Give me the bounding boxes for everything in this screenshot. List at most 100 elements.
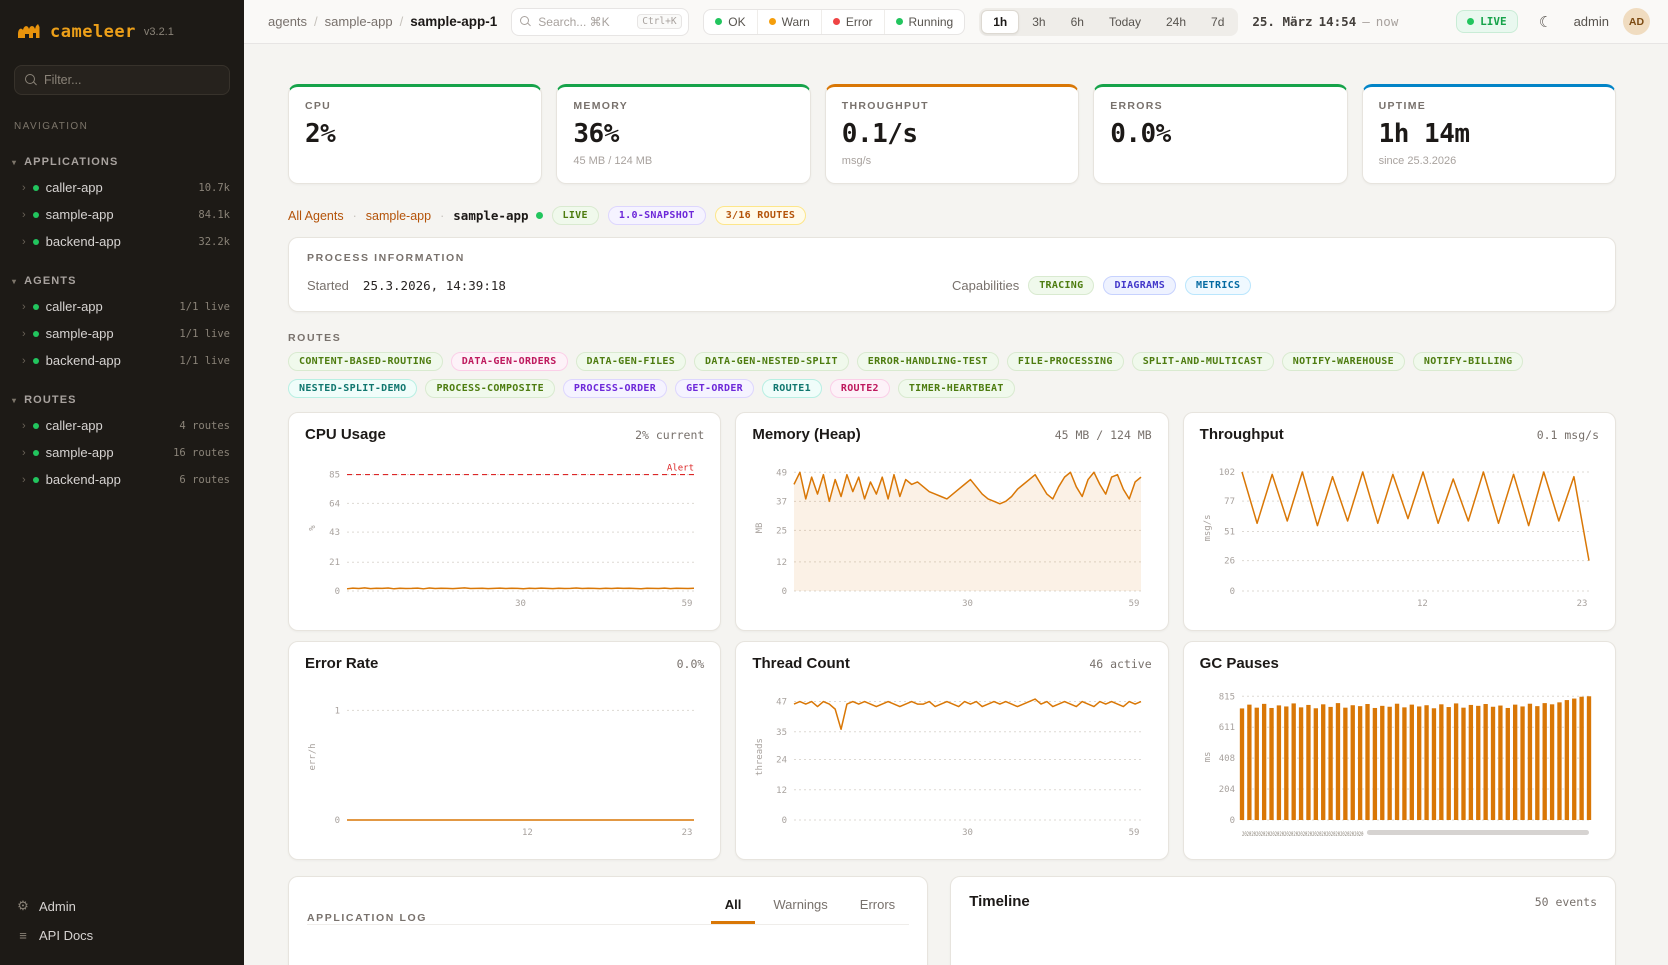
route-chip[interactable]: NOTIFY-BILLING <box>1413 352 1524 371</box>
stat-sub <box>305 155 525 168</box>
sidebar-filter-input[interactable] <box>44 73 219 87</box>
sidebar-item-app-backend-app[interactable]: › backend-app 32.2k <box>0 228 244 255</box>
svg-text:43: 43 <box>329 528 340 538</box>
chevron-right-icon: › <box>22 328 26 340</box>
time-range-3h[interactable]: 3h <box>1020 10 1057 34</box>
sidebar-item-api-docs[interactable]: ≡ API Docs <box>16 928 228 943</box>
separator: · <box>353 209 357 223</box>
user-name: admin <box>1574 14 1609 29</box>
tab-warnings[interactable]: Warnings <box>759 893 841 924</box>
stat-sub: 45 MB / 124 MB <box>573 155 793 168</box>
sidebar-item-app-sample-app[interactable]: › sample-app 84.1k <box>0 201 244 228</box>
svg-text:threads: threads <box>755 738 765 776</box>
route-chip[interactable]: SPLIT-AND-MULTICAST <box>1132 352 1274 371</box>
chevron-right-icon: › <box>22 420 26 432</box>
tab-all[interactable]: All <box>711 893 756 924</box>
date-range-display[interactable]: 25. März 14:54 — now <box>1252 14 1398 29</box>
route-chip[interactable]: NESTED-SPLIT-DEMO <box>288 379 417 398</box>
sidebar-item-admin[interactable]: ⚙ Admin <box>16 898 228 914</box>
chart-title: Thread Count <box>752 655 850 672</box>
sidebar-footer: ⚙ Admin ≡ API Docs <box>0 888 244 965</box>
svg-text:26: 26 <box>1224 557 1235 567</box>
route-chip[interactable]: TIMER-HEARTBEAT <box>898 379 1015 398</box>
time-range-1h[interactable]: 1h <box>981 10 1019 34</box>
sidebar-item-badge: 10.7k <box>198 182 230 194</box>
svg-text:59: 59 <box>1129 828 1140 838</box>
route-chip[interactable]: PROCESS-ORDER <box>563 379 667 398</box>
avatar[interactable]: AD <box>1623 8 1650 35</box>
route-chip[interactable]: CONTENT-BASED-ROUTING <box>288 352 443 371</box>
sidebar-footer-label: API Docs <box>39 928 93 943</box>
app-version: v3.2.1 <box>144 26 174 38</box>
route-chip[interactable]: PROCESS-COMPOSITE <box>425 379 554 398</box>
status-dot <box>33 185 39 191</box>
route-chip[interactable]: GET-ORDER <box>675 379 754 398</box>
chart-title: Error Rate <box>305 655 378 672</box>
section-header-applications[interactable]: ▾ APPLICATIONS <box>0 152 244 174</box>
logo[interactable]: cameleer v3.2.1 <box>0 0 244 55</box>
route-chip[interactable]: ROUTE2 <box>830 379 890 398</box>
status-filter-error[interactable]: Error <box>822 10 885 34</box>
status-filter-running[interactable]: Running <box>885 10 965 34</box>
tab-errors[interactable]: Errors <box>846 893 909 924</box>
sidebar-item-routes-caller-app[interactable]: › caller-app 4 routes <box>0 412 244 439</box>
section-header-routes[interactable]: ▾ ROUTES <box>0 390 244 412</box>
route-chip[interactable]: DATA-GEN-FILES <box>576 352 687 371</box>
sidebar-item-app-caller-app[interactable]: › caller-app 10.7k <box>0 174 244 201</box>
global-search[interactable]: Ctrl+K <box>511 8 689 36</box>
route-chip[interactable]: DATA-GEN-ORDERS <box>451 352 568 371</box>
timeline-card: Timeline 50 events <box>950 876 1616 965</box>
main-area: agents / sample-app / sample-app-1 Ctrl+… <box>244 0 1668 965</box>
section-header-agents[interactable]: ▾ AGENTS <box>0 271 244 293</box>
live-toggle[interactable]: LIVE <box>1456 10 1518 33</box>
all-agents-link[interactable]: All Agents <box>288 209 344 223</box>
time-range-24h[interactable]: 24h <box>1154 10 1198 34</box>
sidebar-item-label: sample-app <box>46 326 114 341</box>
route-chip[interactable]: ERROR-HANDLING-TEST <box>857 352 999 371</box>
time-range-7d[interactable]: 7d <box>1199 10 1236 34</box>
chart-value: 2% current <box>635 428 704 442</box>
svg-text:23: 23 <box>682 828 693 838</box>
time-range-today[interactable]: Today <box>1097 10 1153 34</box>
error-status-dot <box>833 18 840 25</box>
sidebar: cameleer v3.2.1 NAVIGATION ▾ APPLICATION… <box>0 0 244 965</box>
chevron-down-icon: ▾ <box>12 396 17 405</box>
svg-text:49: 49 <box>776 468 787 478</box>
range-start-time: 14:54 <box>1319 14 1357 29</box>
breadcrumb-separator: / <box>400 14 404 29</box>
breadcrumb-sample-app[interactable]: sample-app <box>325 14 393 29</box>
route-chip[interactable]: ROUTE1 <box>762 379 822 398</box>
search-input[interactable] <box>538 15 630 29</box>
svg-text:30: 30 <box>515 599 526 609</box>
throughput-chart: 0265177102msg/s1223 <box>1200 453 1599 611</box>
sidebar-item-agent-sample-app[interactable]: › sample-app 1/1 live <box>0 320 244 347</box>
status-filter-ok[interactable]: OK <box>704 10 757 34</box>
chevron-right-icon: › <box>22 474 26 486</box>
stat-value: 2% <box>305 119 525 149</box>
breadcrumb-agents[interactable]: agents <box>268 14 307 29</box>
sidebar-item-agent-backend-app[interactable]: › backend-app 1/1 live <box>0 347 244 374</box>
agent-app-link[interactable]: sample-app <box>366 209 431 223</box>
status-filter-warn[interactable]: Warn <box>758 10 822 34</box>
sidebar-item-agent-caller-app[interactable]: › caller-app 1/1 live <box>0 293 244 320</box>
docs-icon: ≡ <box>16 928 30 943</box>
status-dot <box>33 239 39 245</box>
dark-mode-toggle[interactable]: ☾ <box>1532 8 1560 36</box>
range-end: now <box>1376 14 1399 29</box>
svg-text:102: 102 <box>1218 468 1234 478</box>
sidebar-filter[interactable] <box>14 65 230 95</box>
route-chip[interactable]: DATA-GEN-NESTED-SPLIT <box>694 352 849 371</box>
svg-text:23: 23 <box>1576 599 1587 609</box>
svg-text:msg/s: msg/s <box>1203 514 1213 541</box>
stat-card-throughput: THROUGHPUT 0.1/s msg/s <box>825 84 1079 184</box>
sidebar-item-routes-sample-app[interactable]: › sample-app 16 routes <box>0 439 244 466</box>
svg-text:1: 1 <box>335 706 340 716</box>
route-chip[interactable]: NOTIFY-WAREHOUSE <box>1282 352 1405 371</box>
svg-text:%: % <box>308 525 318 531</box>
sidebar-item-badge: 16 routes <box>173 447 230 459</box>
time-range-6h[interactable]: 6h <box>1059 10 1096 34</box>
sidebar-item-routes-backend-app[interactable]: › backend-app 6 routes <box>0 466 244 493</box>
svg-text:0: 0 <box>335 816 340 826</box>
route-chip[interactable]: FILE-PROCESSING <box>1007 352 1124 371</box>
status-dot <box>33 477 39 483</box>
